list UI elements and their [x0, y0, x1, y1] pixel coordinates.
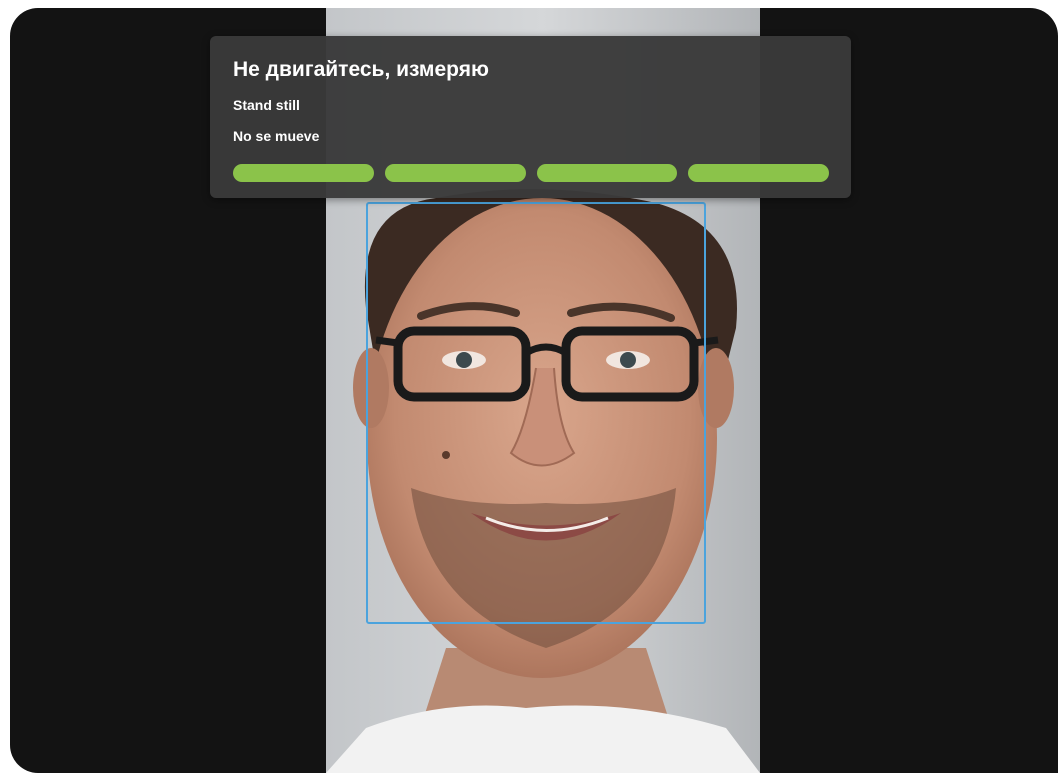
progress-segment — [384, 164, 526, 182]
status-line-english: Stand still — [233, 97, 300, 113]
progress-segment — [536, 164, 678, 182]
status-title: Не двигайтесь, измеряю — [233, 58, 489, 81]
status-line-spanish: No se mueve — [233, 128, 320, 144]
progress-segment — [688, 164, 829, 182]
face-detection-frame — [366, 202, 706, 624]
status-panel: Не двигайтесь, измеряю Stand still No se… — [210, 36, 851, 198]
progress-segment — [233, 164, 374, 182]
measurement-progress — [233, 164, 829, 182]
